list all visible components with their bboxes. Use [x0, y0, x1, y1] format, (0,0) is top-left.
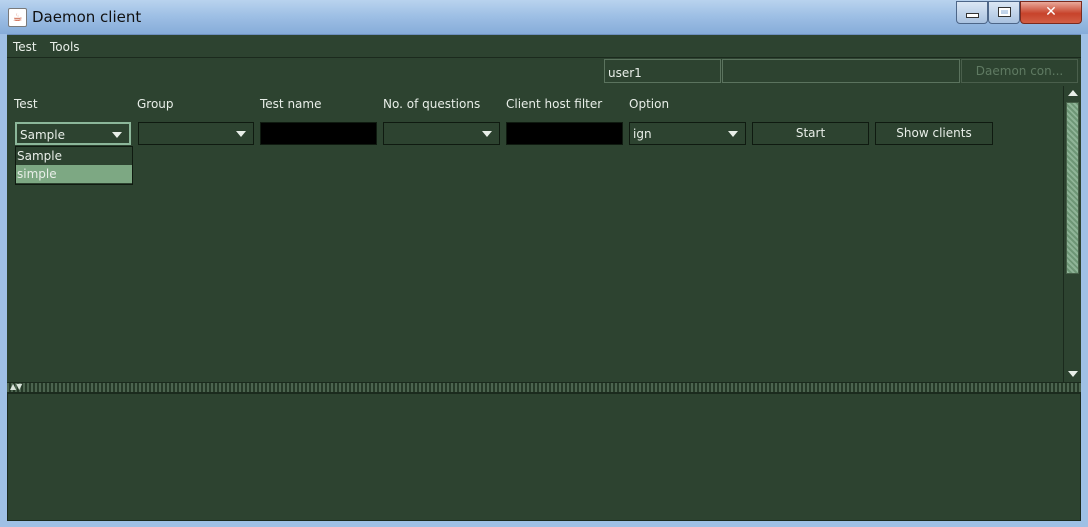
output-panel	[7, 393, 1081, 521]
chevron-down-icon	[236, 131, 246, 137]
label-client-host-filter: Client host filter	[506, 97, 603, 111]
window-frame-bottom	[0, 521, 1088, 527]
user-strip: user1 Daemon con...	[7, 57, 1081, 88]
window-frame-right	[1081, 34, 1088, 527]
label-test-name: Test name	[260, 97, 322, 111]
test-combo-value: Sample	[20, 128, 65, 142]
daemon-connect-button[interactable]: Daemon con...	[961, 59, 1078, 83]
test-combo[interactable]: Sample	[15, 122, 131, 145]
label-no-of-questions: No. of questions	[383, 97, 481, 111]
scroll-thumb[interactable]	[1066, 102, 1079, 274]
option-combo-value: ign	[633, 127, 652, 141]
split-divider[interactable]: ▲▼	[7, 382, 1081, 393]
close-button[interactable]: ✕	[1020, 1, 1082, 24]
window-frame-left	[0, 34, 7, 527]
java-icon: ☕	[8, 8, 27, 27]
maximize-icon	[997, 7, 1011, 17]
scroll-down-icon[interactable]	[1068, 371, 1078, 377]
title-bar: ☕ Daemon client ✕	[0, 0, 1088, 35]
window-title: Daemon client	[32, 8, 142, 26]
option-combo[interactable]: ign	[629, 122, 746, 145]
client-host-filter-input[interactable]	[506, 122, 623, 145]
label-test: Test	[14, 97, 38, 111]
user-field[interactable]: user1	[604, 59, 721, 83]
status-field	[722, 59, 960, 83]
minimize-icon	[965, 13, 979, 18]
chevron-down-icon	[482, 131, 492, 137]
chevron-down-icon	[112, 132, 122, 138]
test-name-input[interactable]	[260, 122, 377, 145]
dropdown-option-sample[interactable]: Sample	[16, 147, 132, 165]
start-button[interactable]: Start	[752, 122, 869, 145]
label-option: Option	[629, 97, 670, 111]
no-of-questions-combo[interactable]	[383, 122, 500, 145]
close-icon: ✕	[1045, 4, 1057, 20]
maximize-button[interactable]	[988, 1, 1020, 24]
chevron-down-icon	[728, 131, 738, 137]
menu-tools[interactable]: Tools	[50, 40, 80, 54]
vertical-scrollbar[interactable]	[1063, 86, 1081, 382]
main-panel: Test Group Test name No. of questions Cl…	[7, 86, 1063, 382]
scroll-up-icon[interactable]	[1068, 90, 1078, 96]
collapse-arrows-icon[interactable]: ▲▼	[10, 383, 22, 391]
show-clients-button[interactable]: Show clients	[875, 122, 993, 145]
minimize-button[interactable]	[956, 1, 988, 24]
label-group: Group	[137, 97, 174, 111]
menu-bar: Test Tools	[7, 35, 1081, 57]
group-combo[interactable]	[138, 122, 254, 145]
dropdown-option-simple[interactable]: simple	[16, 165, 132, 183]
test-dropdown-popup: Sample simple	[15, 146, 133, 185]
menu-test[interactable]: Test	[13, 40, 37, 54]
